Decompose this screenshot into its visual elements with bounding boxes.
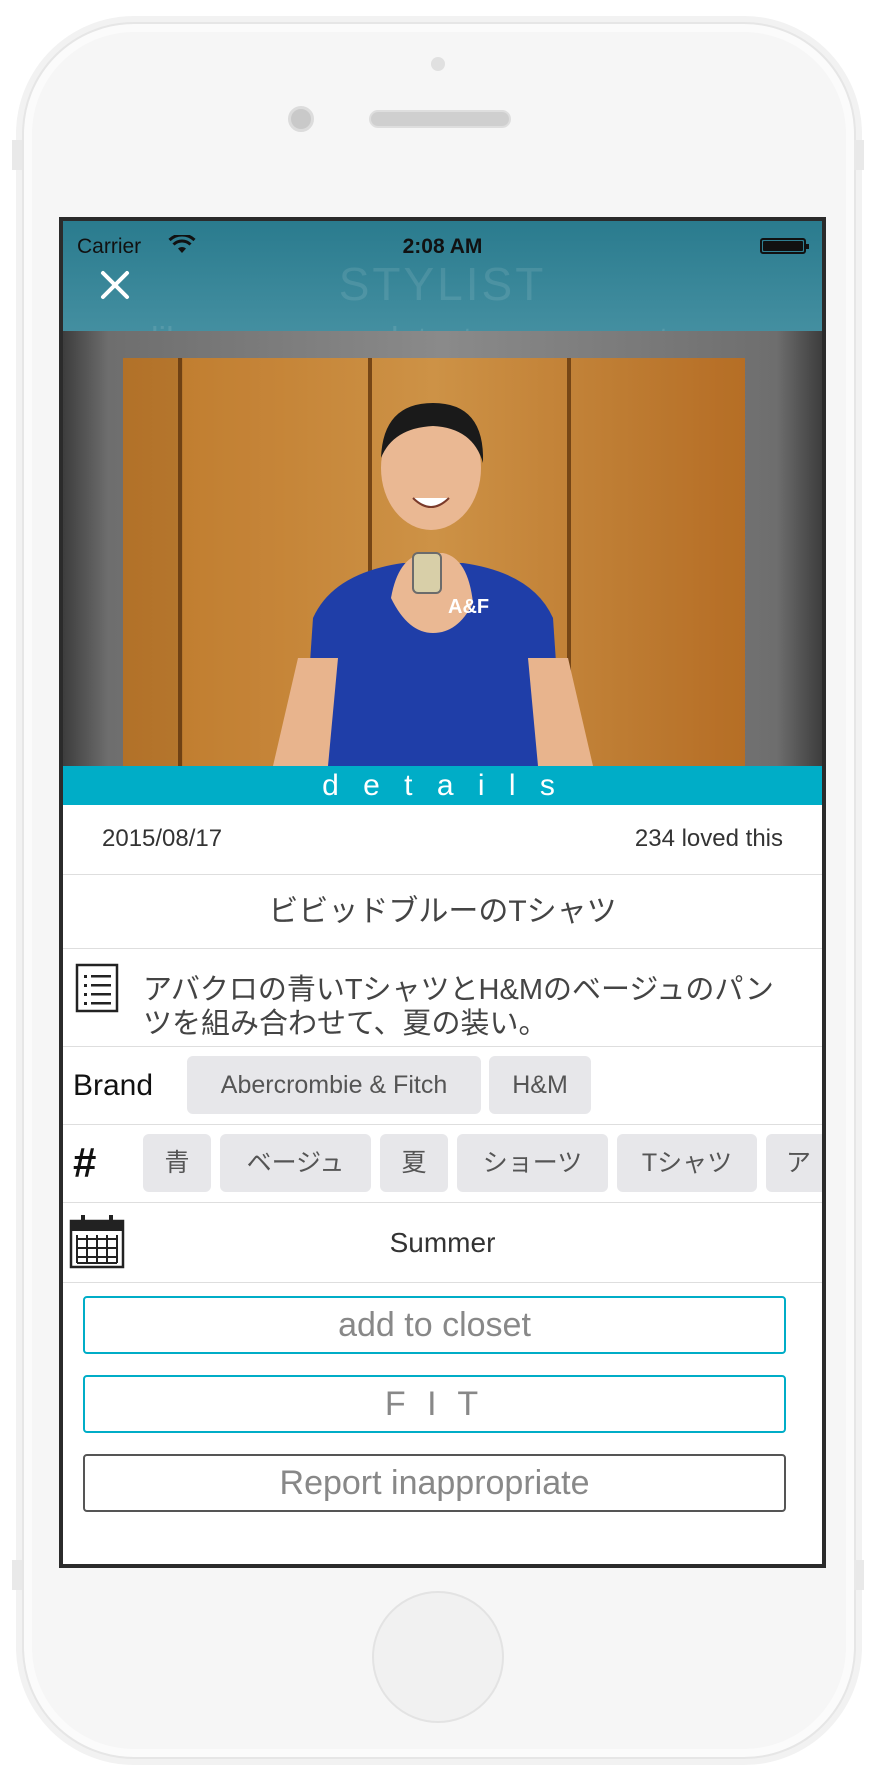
tag-chip[interactable]: ベージュ bbox=[220, 1134, 371, 1192]
tag-chip[interactable]: ショーツ bbox=[457, 1134, 608, 1192]
brand-label: Brand bbox=[73, 1069, 154, 1102]
tag-chip[interactable]: Tシャツ bbox=[617, 1134, 757, 1192]
front-camera bbox=[288, 106, 314, 132]
side-button-right-bottom bbox=[854, 1560, 864, 1590]
brand-chip[interactable]: Abercrombie & Fitch bbox=[187, 1056, 481, 1114]
svg-text:A&F: A&F bbox=[448, 596, 489, 618]
description-row: アバクロの青いTシャツとH&Mのベージュのパンツを組み合わせて、夏の装い。 bbox=[63, 949, 822, 1047]
add-to-closet-button[interactable]: add to closet bbox=[83, 1296, 786, 1354]
season-value: Summer bbox=[389, 1227, 496, 1258]
tag-label: # bbox=[73, 1139, 97, 1186]
tag-chip[interactable]: 夏 bbox=[380, 1134, 448, 1192]
tag-chip[interactable]: ア bbox=[766, 1134, 822, 1192]
earpiece-speaker bbox=[369, 110, 511, 128]
brand-chip[interactable]: H&M bbox=[489, 1056, 591, 1114]
post-date: 2015/08/17 bbox=[102, 825, 223, 852]
memo-icon bbox=[75, 963, 119, 1013]
meta-row: 2015/08/17 234 loved this bbox=[63, 805, 822, 875]
report-button[interactable]: Report inappropriate bbox=[83, 1454, 786, 1512]
background-app-title: STYLIST bbox=[338, 258, 547, 310]
season-row: Summer bbox=[63, 1203, 822, 1283]
post-description: アバクロの青いTシャツとH&Mのベージュのパンツを組み合わせて、夏の装い。 bbox=[143, 974, 774, 1040]
tag-chip[interactable]: 青 bbox=[143, 1134, 211, 1192]
outfit-photo: A&F bbox=[123, 358, 745, 766]
status-bar: Carrier 2:08 AM bbox=[63, 221, 822, 265]
calendar-icon bbox=[69, 1215, 125, 1269]
post-title: ビビッドブルーのTシャツ bbox=[268, 895, 617, 928]
love-count[interactable]: 234 loved this bbox=[635, 825, 783, 853]
side-button-right bbox=[854, 140, 864, 170]
side-button-left-bottom bbox=[12, 1560, 22, 1590]
status-time: 2:08 AM bbox=[402, 235, 483, 258]
app-screen: STYLIST like latest tag Carrier 2:08 AM bbox=[59, 217, 826, 1568]
fit-button[interactable]: F I T bbox=[83, 1375, 786, 1433]
title-row: ビビッドブルーのTシャツ bbox=[63, 875, 822, 949]
home-button[interactable] bbox=[372, 1591, 504, 1723]
side-button-left bbox=[12, 140, 22, 170]
brand-row: Brand Abercrombie & Fitch H&M bbox=[63, 1047, 822, 1125]
battery-icon bbox=[760, 238, 809, 254]
proximity-sensor bbox=[431, 57, 445, 71]
details-header: d e t a i l s bbox=[63, 766, 822, 805]
close-icon[interactable] bbox=[95, 265, 135, 305]
tag-row: # 青 ベージュ 夏 ショーツ Tシャツ ア bbox=[63, 1125, 822, 1203]
